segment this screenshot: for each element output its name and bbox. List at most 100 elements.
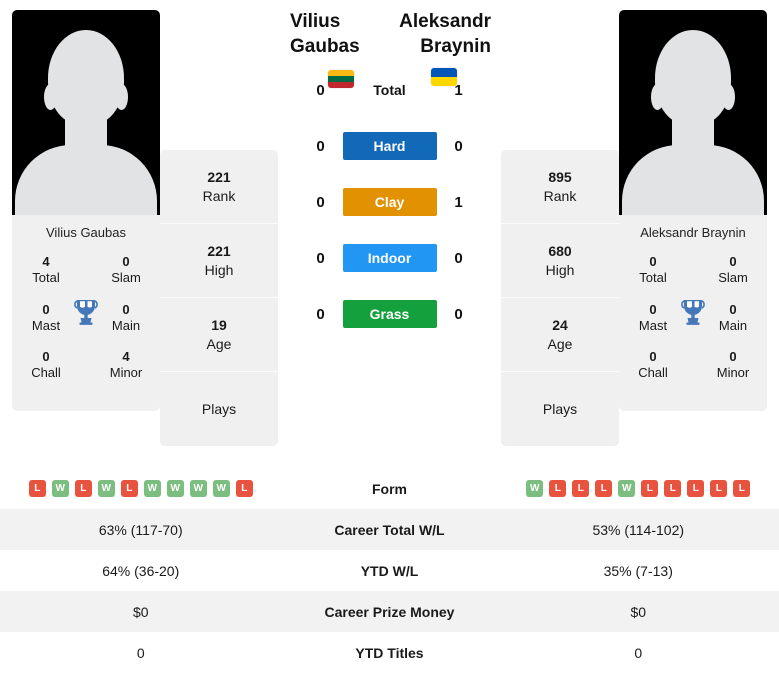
form-badge-loss[interactable]: L xyxy=(28,480,46,497)
left-titles-grid: 4 Total 0 Slam 0 Mast 0 Main 0 Chall 4 M… xyxy=(20,254,152,382)
form-badge-loss[interactable]: L xyxy=(733,480,751,497)
form-badge-loss[interactable]: L xyxy=(687,480,705,497)
form-badge-loss[interactable]: L xyxy=(549,480,567,497)
form-badge-win[interactable]: W xyxy=(189,480,207,497)
form-badge-loss[interactable]: L xyxy=(664,480,682,497)
right-stats-column: 895 Rank 680 High 24 Age Plays xyxy=(501,150,619,446)
h2h-left-score: 0 xyxy=(316,305,325,323)
titles-value: 0 xyxy=(729,254,737,269)
titles-value: 0 xyxy=(649,349,657,364)
h2h-surface-grass[interactable]: Grass xyxy=(342,300,437,329)
h2h-surface-indoor[interactable]: Indoor xyxy=(342,244,437,273)
titles-cell-chall: 0 Chall xyxy=(627,349,679,382)
h2h-row-grass: 0 Grass 0 xyxy=(284,295,495,333)
h2h-left-score: 0 xyxy=(316,193,325,211)
titles-label: Total xyxy=(32,270,60,286)
table-row-career-prize-money: $0 Career Prize Money $0 xyxy=(0,591,779,632)
form-badge-win[interactable]: W xyxy=(97,480,115,497)
form-badge-win[interactable]: W xyxy=(618,480,636,497)
right-player-column: Aleksandr Braynin 0 Total 0 Slam 0 Mast xyxy=(619,10,767,411)
h2h-right-score: 1 xyxy=(454,193,463,211)
left-career-prize-money: $0 xyxy=(132,603,149,620)
table-row-career-total-wl: 63% (117-70) Career Total W/L 53% (114-1… xyxy=(0,509,779,550)
table-row-ytd-wl: 64% (36-20) YTD W/L 35% (7-13) xyxy=(0,550,779,591)
titles-cell-slam: 0 Slam xyxy=(100,254,152,287)
form-badge-loss[interactable]: L xyxy=(74,480,92,497)
form-badge-win[interactable]: W xyxy=(212,480,230,497)
form-badge-loss[interactable]: L xyxy=(572,480,590,497)
stat-value: 24 xyxy=(552,317,568,334)
h2h-surface-total: Total xyxy=(373,82,406,99)
titles-row: 0 Total 0 Slam xyxy=(627,254,759,287)
titles-label: Slam xyxy=(718,270,748,286)
form-badge-win[interactable]: W xyxy=(143,480,161,497)
trophy-icon xyxy=(73,298,99,326)
h2h-left-score: 0 xyxy=(316,137,325,155)
table-row-ytd-titles: 0 YTD Titles 0 xyxy=(0,632,779,673)
avatar-silhouette-ear-left xyxy=(44,84,57,110)
head-to-head-rows: 0 Total 1 0 Hard 0 0 Clay 1 0 Indoor 0 0 xyxy=(284,71,495,333)
titles-cell-minor: 4 Minor xyxy=(100,349,152,382)
left-player-name[interactable]: Vilius Gaubas xyxy=(284,10,390,59)
titles-row: 0 Chall 0 Minor xyxy=(627,349,759,382)
h2h-surface-clay[interactable]: Clay xyxy=(342,188,437,217)
form-badge-loss[interactable]: L xyxy=(710,480,728,497)
titles-cell-minor: 0 Minor xyxy=(707,349,759,382)
right-player-name[interactable]: Aleksandr Braynin xyxy=(390,10,496,59)
titles-label: Main xyxy=(718,317,748,333)
form-badge-loss[interactable]: L xyxy=(595,480,613,497)
titles-label: Slam xyxy=(111,270,141,286)
stat-value: 221 xyxy=(207,243,231,260)
titles-row: 0 Chall 4 Minor xyxy=(20,349,152,382)
stat-label: High xyxy=(204,261,234,278)
right-titles-caption: Aleksandr Braynin xyxy=(640,225,746,240)
form-badge-win[interactable]: W xyxy=(51,480,69,497)
form-badge-loss[interactable]: L xyxy=(120,480,138,497)
avatar-silhouette-ear-right xyxy=(115,84,128,110)
avatar-silhouette-ear-left xyxy=(651,84,664,110)
head-to-head-section: Vilius Gaubas Aleksandr Braynin 0 Total … xyxy=(278,10,501,333)
h2h-surface-hard[interactable]: Hard xyxy=(342,132,437,161)
left-stat-age: 19 Age xyxy=(160,298,278,372)
row-label-form: Form xyxy=(372,480,407,497)
h2h-row-indoor: 0 Indoor 0 xyxy=(284,239,495,277)
titles-value: 0 xyxy=(649,254,657,269)
h2h-right-score: 0 xyxy=(454,249,463,267)
titles-label: Mast xyxy=(638,317,668,333)
titles-row: 4 Total 0 Slam xyxy=(20,254,152,287)
titles-value: 0 xyxy=(122,254,130,269)
stat-label: Plays xyxy=(542,400,578,417)
titles-cell-mast: 0 Mast xyxy=(20,302,72,335)
titles-value: 0 xyxy=(729,349,737,364)
right-form-badges: WLLLWLLLLL xyxy=(506,480,772,497)
right-ytd-wl: 35% (7-13) xyxy=(603,562,673,579)
right-form-cell: WLLLWLLLLL xyxy=(498,468,779,509)
stat-label: Age xyxy=(547,335,573,352)
form-badge-loss[interactable]: L xyxy=(641,480,659,497)
left-titles-card: Vilius Gaubas 4 Total 0 Slam 0 Mast 0 Ma… xyxy=(12,215,160,411)
titles-cell-slam: 0 Slam xyxy=(707,254,759,287)
form-badge-win[interactable]: W xyxy=(526,480,544,497)
right-stat-rank: 895 Rank xyxy=(501,150,619,224)
form-badge-loss[interactable]: L xyxy=(235,480,253,497)
right-titles-card: Aleksandr Braynin 0 Total 0 Slam 0 Mast xyxy=(619,215,767,411)
right-player-photo[interactable] xyxy=(619,10,767,215)
table-row-form: LWLWLWWWWL Form WLLLWLLLLL xyxy=(0,468,779,509)
titles-label: Main xyxy=(111,317,141,333)
left-titles-caption: Vilius Gaubas xyxy=(46,225,126,240)
stat-value: 895 xyxy=(548,169,572,186)
titles-value: 4 xyxy=(122,349,130,364)
titles-cell-chall: 0 Chall xyxy=(20,349,72,382)
left-form-badges: LWLWLWWWWL xyxy=(8,480,274,497)
left-stat-plays: Plays xyxy=(160,372,278,446)
player-stats-table: LWLWLWWWWL Form WLLLWLLLLL 63% (117-70) … xyxy=(0,468,779,673)
avatar-silhouette-body xyxy=(622,145,764,215)
form-badge-win[interactable]: W xyxy=(166,480,184,497)
row-label-career-total-wl: Career Total W/L xyxy=(334,521,445,538)
row-label-career-prize-money: Career Prize Money xyxy=(324,603,455,620)
stat-value: 19 xyxy=(211,317,227,334)
titles-value: 0 xyxy=(649,301,657,317)
titles-value: 0 xyxy=(42,349,50,364)
h2h-left-score: 0 xyxy=(316,249,325,267)
left-player-photo[interactable] xyxy=(12,10,160,215)
